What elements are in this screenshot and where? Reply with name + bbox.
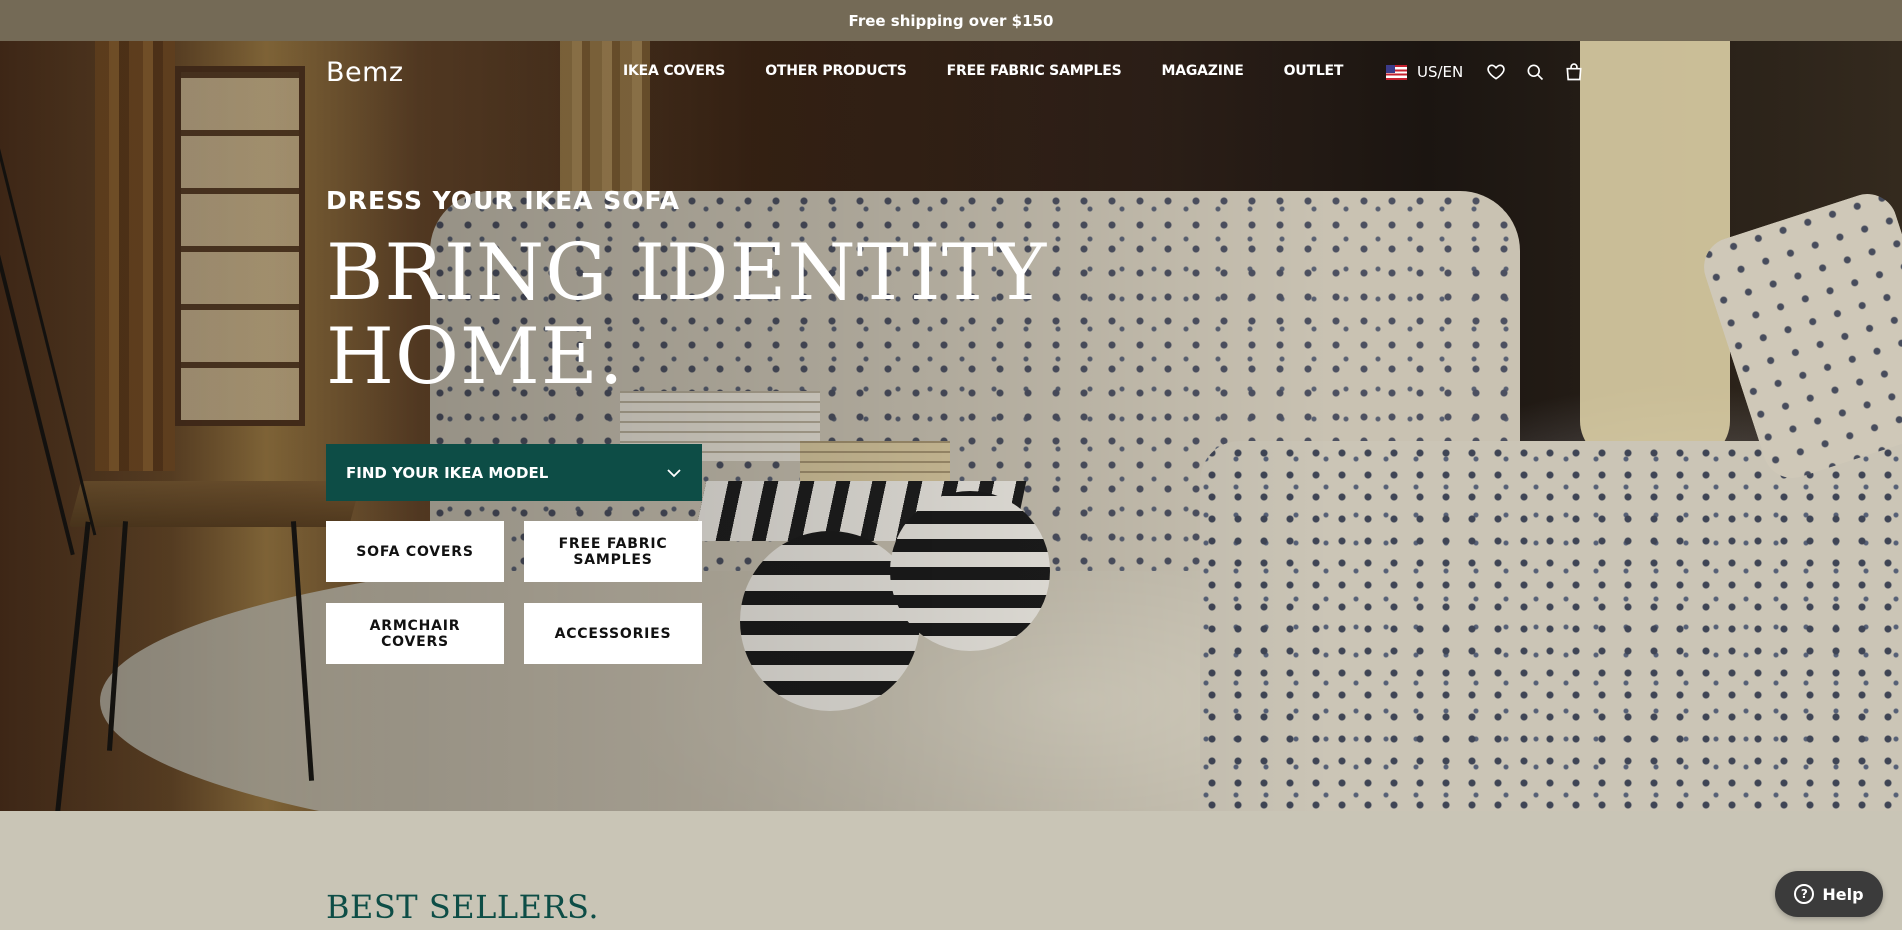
header-actions: US/EN bbox=[1386, 61, 1602, 83]
nav-free-fabric-samples[interactable]: FREE FABRIC SAMPLES bbox=[947, 63, 1122, 79]
main-nav: IKEA COVERS OTHER PRODUCTS FREE FABRIC S… bbox=[623, 63, 1383, 79]
question-icon: ? bbox=[1794, 884, 1815, 904]
search-icon[interactable] bbox=[1524, 61, 1546, 83]
sofa-covers-button[interactable]: SOFA COVERS bbox=[326, 521, 504, 582]
find-ikea-model-label: FIND YOUR IKEA MODEL bbox=[346, 463, 549, 482]
site-header: Bemz IKEA COVERS OTHER PRODUCTS FREE FAB… bbox=[0, 41, 1902, 103]
help-button[interactable]: ? Help bbox=[1775, 871, 1883, 917]
hero-headline: BRING IDENTITY HOME. bbox=[326, 231, 1047, 399]
heart-icon[interactable] bbox=[1485, 61, 1507, 83]
hero-headline-line1: BRING IDENTITY bbox=[326, 228, 1048, 318]
hero-headline-line2: HOME. bbox=[326, 312, 625, 402]
hero-eyebrow: DRESS YOUR IKEA SOFA bbox=[326, 186, 681, 215]
find-ikea-model-dropdown[interactable]: FIND YOUR IKEA MODEL bbox=[326, 444, 702, 501]
accessories-button[interactable]: ACCESSORIES bbox=[524, 603, 702, 664]
free-fabric-samples-button[interactable]: FREE FABRIC SAMPLES bbox=[524, 521, 702, 582]
chevron-down-icon bbox=[667, 468, 681, 477]
nav-outlet[interactable]: OUTLET bbox=[1284, 63, 1344, 79]
shopping-bag-icon[interactable] bbox=[1563, 61, 1585, 83]
hero-text: DRESS YOUR IKEA SOFA BRING IDENTITY HOME… bbox=[326, 186, 1047, 399]
announcement-text: Free shipping over $150 bbox=[848, 11, 1054, 30]
hero-section bbox=[0, 41, 1902, 811]
nav-other-products[interactable]: OTHER PRODUCTS bbox=[765, 63, 907, 79]
armchair-covers-button[interactable]: ARMCHAIR COVERS bbox=[326, 603, 504, 664]
help-label: Help bbox=[1822, 884, 1864, 904]
bemz-logo[interactable]: Bemz bbox=[326, 57, 404, 88]
best-sellers-title: BEST SELLERS. bbox=[326, 888, 599, 926]
announcement-bar: Free shipping over $150 bbox=[0, 0, 1902, 41]
nav-magazine[interactable]: MAGAZINE bbox=[1161, 63, 1243, 79]
us-flag-icon[interactable] bbox=[1386, 64, 1407, 80]
nav-ikea-covers[interactable]: IKEA COVERS bbox=[623, 63, 725, 79]
locale-selector[interactable]: US/EN bbox=[1417, 63, 1463, 81]
